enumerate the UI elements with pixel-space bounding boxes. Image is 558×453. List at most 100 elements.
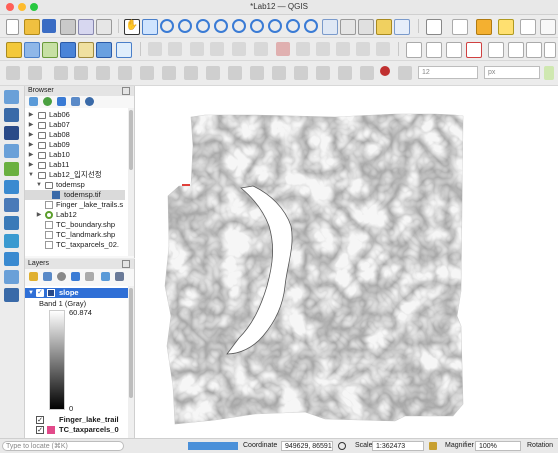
layer-visibility-checkbox[interactable]: ✓ bbox=[36, 416, 44, 424]
layer-item-finger-lake-trail[interactable]: ✓ Finger_lake_trail bbox=[25, 415, 125, 425]
field-calculator-icon[interactable] bbox=[520, 19, 536, 35]
unit-dropdown[interactable]: px bbox=[484, 66, 540, 79]
add-postgis-icon[interactable] bbox=[4, 198, 19, 212]
zoom-rubberband-icon[interactable] bbox=[196, 19, 210, 33]
font-size-spinbox[interactable]: 12 bbox=[418, 66, 478, 79]
expand-all-icon[interactable] bbox=[101, 272, 110, 281]
locator-search-input[interactable]: Type to locate (⌘K) bbox=[2, 441, 124, 451]
layer-labeling-icon[interactable] bbox=[426, 42, 442, 58]
browser-item-tc-landmark[interactable]: TC_landmark.shp bbox=[25, 230, 125, 240]
add-delimited-text-icon[interactable] bbox=[4, 144, 19, 158]
delete-selected-icon[interactable] bbox=[276, 42, 290, 56]
text-annotation-icon[interactable] bbox=[398, 66, 412, 80]
highlight-pinned-labels-icon[interactable] bbox=[466, 42, 482, 58]
magnifier-spinbox[interactable]: 100% bbox=[475, 441, 521, 451]
layer-item-tc-taxparcels[interactable]: ✓ TC_taxparcels_0 bbox=[25, 425, 125, 435]
refresh-icon[interactable] bbox=[394, 19, 410, 35]
save-project-icon[interactable] bbox=[42, 19, 56, 33]
zoom-full-icon[interactable] bbox=[214, 19, 228, 33]
data-source-manager-icon[interactable] bbox=[6, 42, 22, 58]
statistical-summary-icon[interactable] bbox=[540, 19, 556, 35]
georeferencer-icon[interactable] bbox=[544, 66, 554, 80]
rotate-feature-icon[interactable] bbox=[28, 66, 42, 80]
offset-point-symbols-icon[interactable] bbox=[338, 66, 352, 80]
simplify-feature-icon[interactable] bbox=[54, 66, 68, 80]
add-grid-icon[interactable] bbox=[4, 288, 19, 302]
current-edits-icon[interactable] bbox=[148, 42, 162, 56]
lock-scale-icon[interactable] bbox=[429, 442, 437, 450]
redo-icon[interactable] bbox=[376, 42, 390, 56]
add-vector-layer-icon[interactable] bbox=[4, 90, 19, 104]
browser-item-tc-boundary[interactable]: TC_boundary.shp bbox=[25, 220, 125, 230]
identify-features-icon[interactable] bbox=[426, 19, 442, 35]
offset-curve-icon[interactable] bbox=[206, 66, 220, 80]
merge-features-icon[interactable] bbox=[272, 66, 286, 80]
filter-by-expression-icon[interactable] bbox=[85, 272, 94, 281]
map-canvas[interactable] bbox=[135, 86, 558, 438]
move-label-icon[interactable] bbox=[526, 42, 542, 58]
browser-item-lab09[interactable]: ▶ Lab09 bbox=[25, 140, 125, 150]
coordinate-field[interactable]: 949629, 865913 bbox=[281, 441, 333, 451]
new-shapefile-layer-icon[interactable] bbox=[42, 42, 58, 58]
browser-scrollbar[interactable] bbox=[128, 108, 134, 256]
layer-diagram-icon[interactable] bbox=[446, 42, 462, 58]
add-ring-icon[interactable] bbox=[74, 66, 88, 80]
add-mesh-layer-icon[interactable] bbox=[4, 126, 19, 140]
add-wfs-icon[interactable] bbox=[4, 252, 19, 266]
zoom-to-selection-icon[interactable] bbox=[232, 19, 246, 33]
open-project-icon[interactable] bbox=[24, 19, 40, 35]
browser-item-lab12-folder[interactable]: ▼ Lab12_입지선정 bbox=[25, 170, 125, 180]
browser-item-finger-lake-trails[interactable]: Finger _lake_trails.s bbox=[25, 200, 125, 210]
add-wcs-icon[interactable] bbox=[4, 234, 19, 248]
split-features-icon[interactable] bbox=[228, 66, 242, 80]
browser-item-todemsp-folder[interactable]: ▼ todemsp bbox=[25, 180, 125, 190]
browser-item-lab11[interactable]: ▶ Lab11 bbox=[25, 160, 125, 170]
float-panel-icon[interactable] bbox=[122, 87, 130, 95]
browser-item-lab07[interactable]: ▶ Lab07 bbox=[25, 120, 125, 130]
toggle-editing-icon[interactable] bbox=[168, 42, 182, 56]
manage-map-themes-icon[interactable] bbox=[57, 272, 66, 281]
scale-combo[interactable]: 1:362473 bbox=[372, 441, 424, 451]
new-print-layout-icon[interactable] bbox=[60, 19, 76, 35]
zoom-last-icon[interactable] bbox=[286, 19, 300, 33]
move-feature-icon[interactable] bbox=[254, 42, 268, 56]
collapse-all-icon[interactable] bbox=[71, 97, 80, 106]
properties-icon[interactable] bbox=[85, 97, 94, 106]
zoom-to-layer-icon[interactable] bbox=[250, 19, 264, 33]
cut-features-icon[interactable] bbox=[296, 42, 310, 56]
zoom-in-icon[interactable] bbox=[160, 19, 174, 33]
show-bookmarks-icon[interactable] bbox=[376, 19, 392, 35]
browser-item-lab10[interactable]: ▶ Lab10 bbox=[25, 150, 125, 160]
open-attribute-table-icon[interactable] bbox=[452, 19, 468, 35]
new-3d-map-view-icon[interactable] bbox=[340, 19, 356, 35]
new-project-icon[interactable] bbox=[6, 19, 19, 35]
delete-part-icon[interactable] bbox=[162, 66, 176, 80]
new-geopackage-layer-icon[interactable] bbox=[24, 42, 40, 58]
fill-ring-icon[interactable] bbox=[118, 66, 132, 80]
new-spatialite-layer-icon[interactable] bbox=[96, 42, 112, 58]
delete-ring-icon[interactable] bbox=[140, 66, 154, 80]
float-panel-icon[interactable] bbox=[122, 260, 130, 268]
pan-map-icon[interactable]: ✋ bbox=[124, 19, 140, 35]
browser-item-lab06[interactable]: ▶ Lab06 bbox=[25, 110, 125, 120]
add-wms-icon[interactable] bbox=[4, 216, 19, 230]
open-layer-styling-icon[interactable] bbox=[29, 272, 38, 281]
rotate-label-icon[interactable] bbox=[544, 42, 556, 58]
zoom-native-resolution-icon[interactable] bbox=[268, 19, 282, 33]
deselect-features-icon[interactable] bbox=[498, 19, 514, 35]
reshape-features-icon[interactable] bbox=[184, 66, 198, 80]
browser-item-lab08[interactable]: ▶ Lab08 bbox=[25, 130, 125, 140]
browser-item-lab12-project[interactable]: ▶ Lab12 bbox=[25, 210, 125, 220]
new-virtual-layer-icon[interactable] bbox=[116, 42, 132, 58]
zoom-out-icon[interactable] bbox=[178, 19, 192, 33]
reverse-line-icon[interactable] bbox=[360, 66, 374, 80]
extents-toggle-icon[interactable] bbox=[338, 442, 346, 450]
layers-scrollbar[interactable] bbox=[128, 286, 134, 438]
spatial-bookmarks-icon[interactable] bbox=[358, 19, 374, 35]
browser-item-tc-taxparcels[interactable]: TC_taxparcels_02. bbox=[25, 240, 125, 250]
remove-layer-icon[interactable] bbox=[115, 272, 124, 281]
layer-item-slope[interactable]: ▼ ✓ slope bbox=[25, 288, 128, 298]
browser-item-todemsp-tif[interactable]: todemsp.tif bbox=[25, 190, 125, 200]
add-virtual-layer-icon[interactable] bbox=[4, 270, 19, 284]
refresh-browser-icon[interactable] bbox=[43, 97, 52, 106]
